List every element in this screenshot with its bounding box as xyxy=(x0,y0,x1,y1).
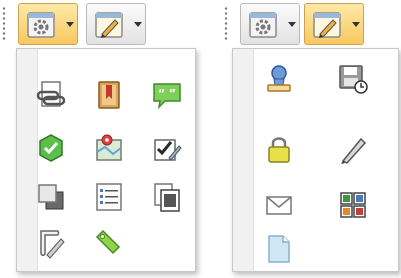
menu-item-bookmark[interactable] xyxy=(89,75,129,115)
copy-pages-icon xyxy=(154,183,180,212)
menu-item-list[interactable] xyxy=(89,177,129,217)
grid-view-icon xyxy=(340,192,366,218)
right-toolbar-panel xyxy=(222,0,401,278)
menu-item-comment[interactable]: “ ” xyxy=(147,75,187,115)
user-stamp-icon xyxy=(267,65,291,92)
menu-item-link-document[interactable] xyxy=(31,75,71,115)
blank-page-icon xyxy=(268,235,290,263)
toolbar-right xyxy=(222,2,367,48)
comment-icon: “ ” xyxy=(153,83,181,110)
mail-icon xyxy=(266,196,292,215)
edit-menu-button[interactable] xyxy=(86,3,146,45)
pen-icon xyxy=(341,137,367,164)
chevron-down-icon xyxy=(288,22,296,27)
script-edit-icon xyxy=(40,230,65,259)
menu-item-copy-pages[interactable] xyxy=(147,177,187,217)
gear-icon xyxy=(249,12,277,38)
toolbar-grip[interactable] xyxy=(2,6,8,42)
chevron-down-icon xyxy=(352,22,360,27)
edit-document-icon xyxy=(95,12,123,38)
menu-item-tag[interactable] xyxy=(89,223,129,263)
tag-icon xyxy=(95,229,121,255)
menu-item-blank-page[interactable] xyxy=(259,229,299,269)
svg-text:“ ”: “ ” xyxy=(158,87,176,100)
lock-icon xyxy=(268,137,290,163)
menu-item-approved[interactable] xyxy=(31,128,71,168)
edit-dropdown-menu xyxy=(232,48,399,272)
settings-menu-button[interactable] xyxy=(18,3,78,45)
toolbar-grip[interactable] xyxy=(224,6,230,42)
menu-item-lock[interactable] xyxy=(259,129,299,169)
edit-document-icon xyxy=(313,12,341,38)
chevron-down-icon xyxy=(66,22,74,27)
settings-dropdown-menu: “ ” xyxy=(16,48,196,272)
menu-item-checklist-edit[interactable] xyxy=(147,128,187,168)
settings-menu-button[interactable] xyxy=(240,3,300,45)
save-schedule-icon xyxy=(339,65,368,94)
menu-item-save-schedule[interactable] xyxy=(333,59,373,99)
chevron-down-icon xyxy=(134,22,142,27)
gear-icon xyxy=(27,12,55,38)
menu-item-map-location[interactable] xyxy=(89,128,129,168)
layers-icon xyxy=(38,184,64,210)
menu-item-grid-view[interactable] xyxy=(333,185,373,225)
edit-menu-button[interactable] xyxy=(304,3,364,45)
left-toolbar-panel: “ ” xyxy=(0,0,200,278)
menu-item-user-stamp[interactable] xyxy=(259,59,299,99)
menu-item-script-edit[interactable] xyxy=(31,223,71,263)
approved-icon xyxy=(39,134,63,162)
bookmark-icon xyxy=(98,81,120,109)
list-icon xyxy=(96,183,122,211)
checklist-edit-icon xyxy=(154,139,182,161)
map-location-icon xyxy=(96,134,122,161)
menu-item-layers[interactable] xyxy=(31,177,71,217)
toolbar-left xyxy=(0,2,150,48)
menu-item-pen[interactable] xyxy=(333,129,373,169)
link-document-icon xyxy=(36,81,66,107)
menu-item-mail[interactable] xyxy=(259,185,299,225)
